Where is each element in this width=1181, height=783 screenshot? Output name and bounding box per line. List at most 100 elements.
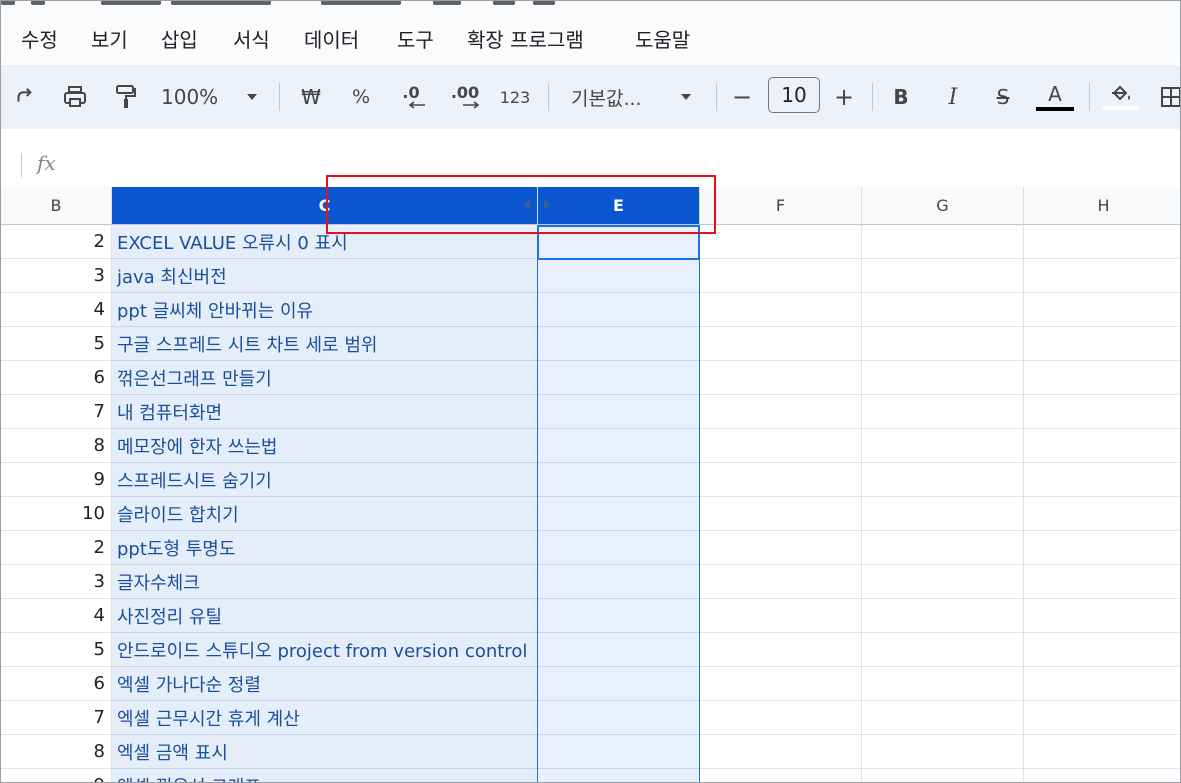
cell-c[interactable]: 꺾은선그래프 만들기: [112, 361, 538, 395]
cell-h[interactable]: [1024, 259, 1180, 293]
cell-f[interactable]: [700, 531, 862, 565]
cell-g[interactable]: [862, 667, 1024, 701]
cell-e[interactable]: [538, 633, 700, 667]
zoom-select[interactable]: 100%: [161, 81, 231, 113]
print-button[interactable]: [58, 81, 92, 113]
cell-h[interactable]: [1024, 463, 1180, 497]
cell-h[interactable]: [1024, 361, 1180, 395]
column-header-f[interactable]: F: [700, 187, 862, 225]
strikethrough-button[interactable]: S: [989, 81, 1017, 113]
menu-tools[interactable]: 도구: [397, 24, 434, 53]
cell-b[interactable]: 2: [1, 225, 112, 259]
cell-g[interactable]: [862, 225, 1024, 259]
cell-b[interactable]: 8: [1, 735, 112, 769]
cell-c[interactable]: 엑셀 금액 표시: [112, 735, 538, 769]
cell-h[interactable]: [1024, 293, 1180, 327]
cell-h[interactable]: [1024, 395, 1180, 429]
cell-e[interactable]: [538, 769, 700, 782]
column-header-h[interactable]: H: [1024, 187, 1180, 225]
cell-e[interactable]: [538, 531, 700, 565]
cell-f[interactable]: [700, 667, 862, 701]
cell-h[interactable]: [1024, 735, 1180, 769]
cell-b[interactable]: 3: [1, 259, 112, 293]
cell-b[interactable]: 5: [1, 327, 112, 361]
cell-g[interactable]: [862, 259, 1024, 293]
menu-format[interactable]: 서식: [233, 24, 270, 53]
cell-g[interactable]: [862, 361, 1024, 395]
cell-c[interactable]: ppt도형 투명도: [112, 531, 538, 565]
cell-b[interactable]: 7: [1, 701, 112, 735]
percent-format-button[interactable]: %: [347, 81, 375, 113]
cell-b[interactable]: 4: [1, 293, 112, 327]
cell-h[interactable]: [1024, 769, 1180, 782]
cell-b[interactable]: 8: [1, 429, 112, 463]
decrease-font-size-button[interactable]: −: [729, 81, 755, 113]
menu-extensions[interactable]: 확장 프로그램: [467, 24, 584, 53]
cell-c[interactable]: 메모장에 한자 쓰는법: [112, 429, 538, 463]
menu-insert[interactable]: 삽입: [161, 24, 198, 53]
cell-b[interactable]: 9: [1, 463, 112, 497]
font-size-input[interactable]: 10: [768, 77, 820, 113]
cell-f[interactable]: [700, 429, 862, 463]
cell-e[interactable]: [538, 463, 700, 497]
cell-b[interactable]: 7: [1, 395, 112, 429]
cell-h[interactable]: [1024, 565, 1180, 599]
cell-g[interactable]: [862, 565, 1024, 599]
cell-e[interactable]: [538, 429, 700, 463]
cell-e[interactable]: [538, 497, 700, 531]
cell-f[interactable]: [700, 259, 862, 293]
cell-f[interactable]: [700, 395, 862, 429]
cell-c[interactable]: EXCEL VALUE 오류시 0 표시: [112, 225, 538, 259]
cell-f[interactable]: [700, 701, 862, 735]
hidden-columns-right-arrow-icon[interactable]: [544, 200, 550, 210]
cell-e[interactable]: [538, 327, 700, 361]
menu-edit[interactable]: 수정: [21, 24, 58, 53]
bold-button[interactable]: B: [887, 81, 915, 113]
cell-e[interactable]: [538, 225, 700, 259]
borders-button[interactable]: [1157, 81, 1180, 113]
cell-g[interactable]: [862, 327, 1024, 361]
column-header-b[interactable]: B: [1, 187, 112, 225]
cell-e[interactable]: [538, 293, 700, 327]
cell-e[interactable]: [538, 701, 700, 735]
cell-h[interactable]: [1024, 327, 1180, 361]
cell-g[interactable]: [862, 735, 1024, 769]
cell-b[interactable]: 10: [1, 497, 112, 531]
cell-c[interactable]: 엑셀 근무시간 휴게 계산: [112, 701, 538, 735]
cell-c[interactable]: 구글 스프레드 시트 차트 세로 범위: [112, 327, 538, 361]
cell-g[interactable]: [862, 463, 1024, 497]
cell-c[interactable]: 글자수체크: [112, 565, 538, 599]
italic-button[interactable]: I: [939, 81, 967, 113]
menu-data[interactable]: 데이터: [304, 24, 359, 53]
cell-f[interactable]: [700, 735, 862, 769]
column-header-g[interactable]: G: [862, 187, 1024, 225]
cell-f[interactable]: [700, 327, 862, 361]
hidden-columns-left-arrow-icon[interactable]: [524, 200, 530, 210]
cell-e[interactable]: [538, 361, 700, 395]
cell-c[interactable]: 내 컴퓨터화면: [112, 395, 538, 429]
cell-f[interactable]: [700, 599, 862, 633]
cell-c[interactable]: ppt 글씨체 안바뀌는 이유: [112, 293, 538, 327]
cell-c[interactable]: 안드로이드 스튜디오 project from version control: [112, 633, 538, 667]
cell-b[interactable]: 4: [1, 599, 112, 633]
cell-c[interactable]: 사진정리 유틸: [112, 599, 538, 633]
cell-g[interactable]: [862, 293, 1024, 327]
cell-e[interactable]: [538, 599, 700, 633]
menu-view[interactable]: 보기: [91, 24, 128, 53]
cell-b[interactable]: 6: [1, 667, 112, 701]
font-dropdown-button[interactable]: [675, 81, 697, 113]
more-formats-button[interactable]: 123: [497, 81, 533, 113]
cell-g[interactable]: [862, 633, 1024, 667]
zoom-dropdown-button[interactable]: [241, 81, 263, 113]
increase-font-size-button[interactable]: +: [831, 81, 857, 113]
redo-button[interactable]: [9, 81, 39, 113]
cell-b[interactable]: 5: [1, 633, 112, 667]
cell-h[interactable]: [1024, 599, 1180, 633]
cell-h[interactable]: [1024, 225, 1180, 259]
column-header-c[interactable]: C: [112, 187, 538, 225]
move-icon[interactable]: [493, 1, 515, 5]
cell-b[interactable]: 6: [1, 361, 112, 395]
cell-b[interactable]: 9: [1, 769, 112, 782]
cell-e[interactable]: [538, 565, 700, 599]
cell-g[interactable]: [862, 769, 1024, 782]
